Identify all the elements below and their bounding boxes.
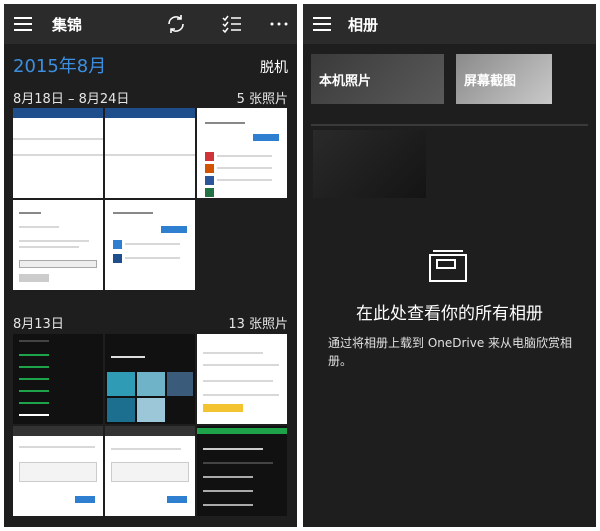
photo-thumbnail[interactable] (197, 426, 287, 516)
empty-state-title: 在此处查看你的所有相册 (356, 304, 543, 324)
divider (311, 124, 588, 126)
photo-thumbnail[interactable] (13, 200, 103, 290)
menu-icon[interactable] (14, 17, 32, 31)
photo-thumbnail[interactable] (13, 426, 103, 516)
offline-label: 脱机 (260, 60, 288, 76)
top-bar: 相册 (303, 4, 596, 44)
empty-state-description: 通过将相册上载到 OneDrive 来从电脑欣赏相册。 (328, 336, 573, 368)
month-heading: 2015年8月 (13, 56, 107, 77)
album-icon (429, 250, 467, 282)
album-label: 本机照片 (319, 74, 372, 89)
photo-thumbnail[interactable] (105, 108, 195, 198)
more-icon[interactable] (267, 12, 291, 36)
group-count: 13 张照片 (228, 317, 288, 332)
group-count: 5 张照片 (236, 92, 288, 107)
album-screenshots[interactable]: 屏幕截图 (456, 54, 552, 104)
page-title: 相册 (348, 16, 379, 34)
select-icon[interactable] (220, 12, 244, 36)
sync-icon[interactable] (164, 12, 188, 36)
album-placeholder (313, 130, 426, 198)
group-date: 8月18日 – 8月24日 (13, 92, 130, 107)
menu-icon[interactable] (313, 17, 331, 31)
albums-panel: 相册 本机照片 屏幕截图 在此处查看你的所有相册 通过将相册上载到 OneDri… (303, 4, 596, 527)
photo-thumbnail[interactable] (197, 108, 287, 198)
album-local-photos[interactable]: 本机照片 (311, 54, 444, 104)
photo-thumbnail[interactable] (105, 426, 195, 516)
photo-thumbnail[interactable] (13, 108, 103, 198)
page-title: 集锦 (52, 16, 83, 34)
photo-thumbnail[interactable] (105, 200, 195, 290)
photo-thumbnail[interactable] (197, 334, 287, 424)
photo-thumbnail[interactable] (13, 334, 103, 424)
top-bar: 集锦 (4, 4, 297, 44)
group-date: 8月13日 (13, 317, 64, 332)
album-label: 屏幕截图 (464, 74, 517, 89)
collections-panel: 集锦 2015年8月 脱机 8月18日 – 8月24日 5 张照片 8月13日 … (4, 4, 297, 527)
photo-thumbnail[interactable] (105, 334, 195, 424)
